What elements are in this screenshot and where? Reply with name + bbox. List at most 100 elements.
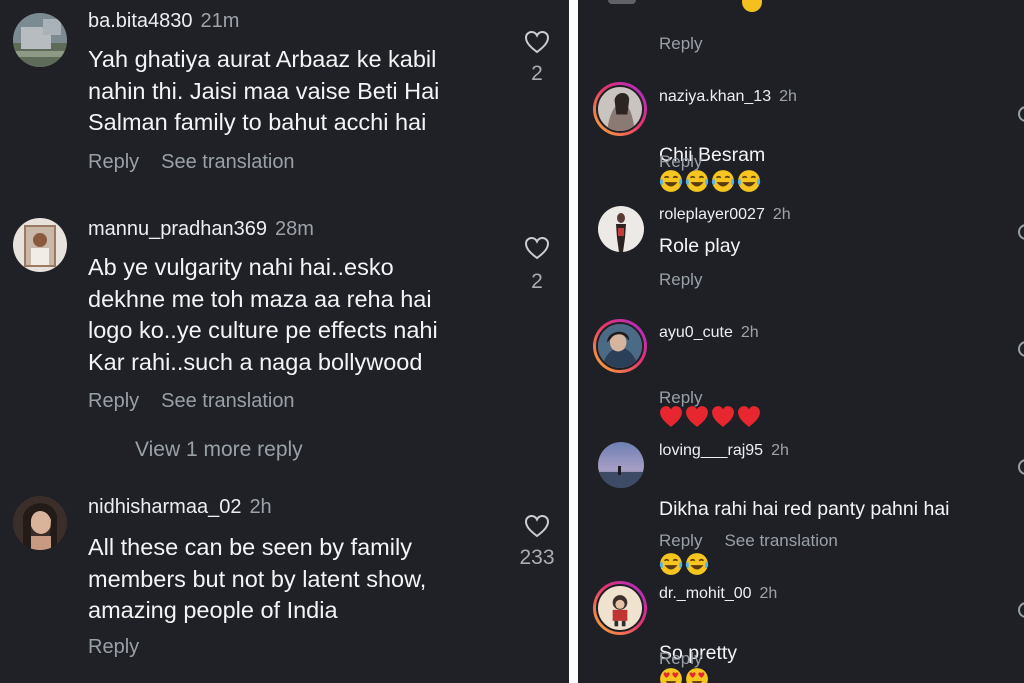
avatar[interactable]: [13, 13, 67, 67]
like-count: 233: [519, 546, 555, 569]
comment-time: 2h: [771, 442, 789, 459]
comment-time: 2h: [759, 585, 778, 602]
reply-button[interactable]: Reply: [659, 34, 702, 53]
comment-username-line: roleplayer0027 2h: [659, 206, 791, 224]
like-control: 233: [512, 514, 562, 570]
avatar[interactable]: [596, 322, 644, 370]
avatar[interactable]: [596, 85, 644, 133]
heart-outline-icon[interactable]: [1018, 602, 1024, 618]
heart-eyes-emoji-row: [659, 668, 711, 683]
heart-outline-icon[interactable]: [1018, 459, 1024, 475]
comment-actions: Reply: [659, 270, 724, 290]
comment-text: All these can be seen by family members …: [88, 534, 427, 623]
heart-outline-icon[interactable]: [524, 30, 550, 54]
comment-username-line: loving___raj95 2h: [659, 442, 789, 460]
comment-username[interactable]: nidhisharmaa_02: [88, 496, 241, 518]
reply-button[interactable]: Reply: [659, 388, 702, 407]
comment-username-line: nidhisharmaa_02 2h: [88, 496, 272, 519]
reply-button[interactable]: Reply: [659, 531, 702, 550]
avatar-photo-icon: [598, 206, 644, 252]
avatar-photo-icon: [598, 442, 644, 488]
cut-off-text: [608, 0, 636, 4]
reply-button[interactable]: Reply: [659, 649, 702, 668]
reply-button[interactable]: Reply: [88, 390, 139, 412]
comment-actions: Reply: [659, 152, 724, 172]
comment-time: 2h: [249, 496, 272, 518]
avatar[interactable]: [596, 584, 644, 632]
comment-username-line: dr._mohit_00 2h: [659, 585, 777, 603]
avatar[interactable]: [13, 218, 67, 272]
laugh-cry-emoji-icon: [659, 553, 683, 575]
laugh-cry-emoji-icon: [659, 170, 683, 192]
see-translation-button[interactable]: See translation: [161, 151, 294, 173]
see-translation-button[interactable]: See translation: [161, 390, 294, 412]
comment-username[interactable]: ba.bita4830: [88, 10, 193, 32]
comment-actions: Reply: [659, 388, 724, 408]
heart-outline-icon[interactable]: [1018, 106, 1024, 122]
comment-text: Yah ghatiya aurat Arbaaz ke kabil nahin …: [88, 46, 440, 135]
comment-username[interactable]: dr._mohit_00: [659, 585, 752, 602]
avatar[interactable]: [598, 206, 644, 252]
comment-time: 28m: [275, 218, 314, 240]
comment-actions: Reply See translation: [88, 151, 317, 174]
heart-eyes-emoji-icon: [686, 668, 708, 683]
comment-time: 2h: [779, 88, 797, 105]
comment-text: Ab ye vulgarity nahi hai..esko dekhne me…: [88, 254, 438, 375]
avatar-photo-icon: [598, 586, 642, 630]
laugh-cry-emoji-icon: [737, 170, 761, 192]
comment-actions: Reply: [659, 34, 724, 54]
laugh-cry-emoji-row: [659, 552, 999, 581]
heart-emoji-icon: [686, 406, 708, 427]
comment-username[interactable]: mannu_pradhan369: [88, 218, 267, 240]
reply-button[interactable]: Reply: [88, 636, 139, 658]
comment-text: Role play: [659, 235, 741, 257]
comment-text: Dikha rahi hai red panty pahni hai: [659, 498, 950, 520]
like-control: 2: [517, 30, 557, 86]
heart-emoji-icon: [660, 406, 682, 427]
avatar-photo-icon: [13, 13, 67, 67]
avatar-photo-icon: [598, 324, 642, 368]
laugh-cry-emoji-icon: [711, 170, 735, 192]
view-more-replies-button[interactable]: View 1 more reply: [135, 438, 303, 462]
comment-time: 2h: [740, 324, 759, 341]
comment-actions: Reply See translation: [659, 531, 860, 551]
left-comments-panel: ba.bita4830 21m Yah ghatiya aurat Arbaaz …: [0, 0, 569, 683]
avatar-photo-icon: [598, 87, 642, 131]
reply-button[interactable]: Reply: [659, 270, 702, 289]
heart-emoji-icon: [712, 406, 734, 427]
like-control: 2: [517, 236, 557, 294]
avatar-photo-icon: [13, 496, 67, 550]
comment-text-line: So pretty: [659, 613, 737, 683]
comment-username[interactable]: loving___raj95: [659, 442, 763, 459]
red-heart-emoji-row: [659, 406, 763, 431]
like-count: 2: [531, 270, 543, 293]
see-translation-button[interactable]: See translation: [724, 531, 837, 550]
heart-outline-icon[interactable]: [524, 236, 550, 260]
avatar[interactable]: [598, 442, 644, 488]
right-comments-panel: Reply naziya.khan_13 2h Chii Besram Reply: [578, 0, 1024, 683]
comment-time: 2h: [772, 206, 791, 223]
comment-actions: Reply: [88, 636, 161, 659]
avatar[interactable]: [13, 496, 67, 550]
comment-actions: Reply See translation: [88, 390, 317, 413]
heart-eyes-emoji-icon: [660, 668, 682, 683]
heart-outline-icon[interactable]: [524, 514, 550, 538]
heart-outline-icon[interactable]: [1018, 224, 1024, 240]
comment-actions: Reply: [659, 649, 724, 669]
heart-emoji-icon: [738, 406, 760, 427]
comment-username[interactable]: naziya.khan_13: [659, 88, 771, 105]
reply-button[interactable]: Reply: [88, 151, 139, 173]
laugh-cry-emoji-icon: [685, 170, 709, 192]
comment-username-line: mannu_pradhan369 28m: [88, 218, 314, 241]
comment-username[interactable]: ayu0_cute: [659, 324, 733, 341]
comment-username-line: naziya.khan_13 2h: [659, 88, 797, 106]
reply-button[interactable]: Reply: [659, 152, 702, 171]
comment-username-line: ba.bita4830 21m: [88, 10, 239, 33]
cut-off-emoji: [742, 0, 764, 22]
avatar-photo-icon: [13, 218, 67, 272]
laugh-cry-emoji-icon: [685, 553, 709, 575]
laugh-cry-emoji-row: [659, 170, 763, 195]
comment-username[interactable]: roleplayer0027: [659, 206, 765, 223]
comment-username-line: ayu0_cute 2h: [659, 324, 759, 342]
heart-outline-icon[interactable]: [1018, 341, 1024, 357]
